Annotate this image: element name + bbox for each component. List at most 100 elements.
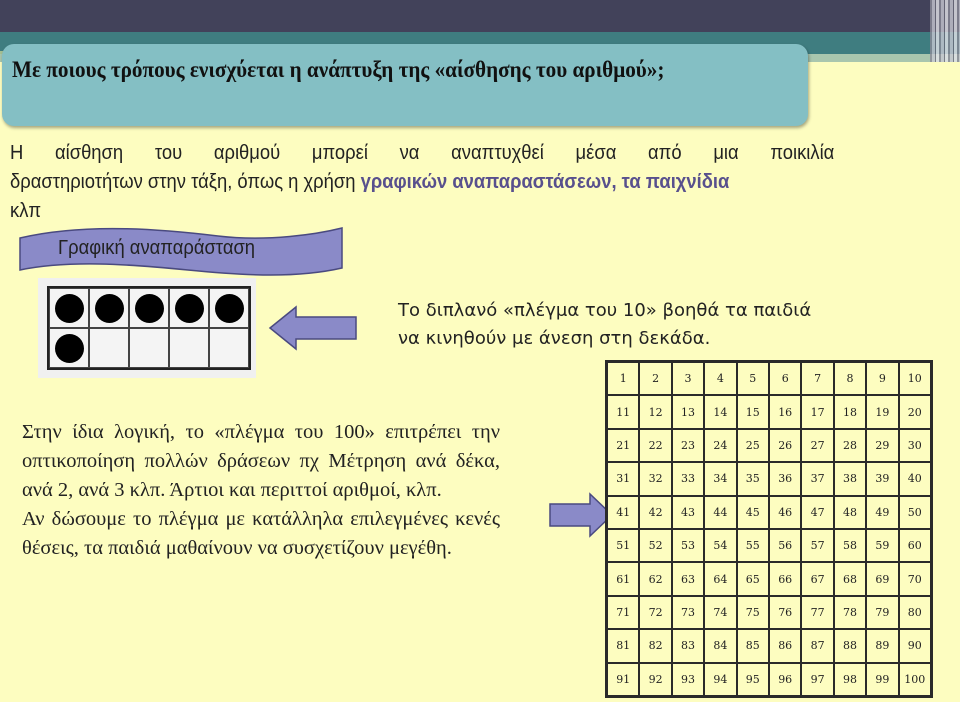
hundred-grid-cell: 34	[704, 462, 737, 496]
hundred-grid-cell: 13	[671, 395, 705, 429]
intro-paragraph: Η αίσθηση του αριθμού μπορεί να αναπτυχθ…	[10, 139, 834, 226]
hundred-grid-cell: 1	[607, 362, 640, 396]
hundred-grid-cell: 32	[639, 462, 672, 496]
hundred-grid-cell: 51	[607, 529, 640, 563]
hundred-grid-cell: 67	[801, 562, 834, 596]
ten-frame-cell	[209, 288, 249, 328]
hundred-grid-cell: 45	[736, 495, 769, 529]
hundred-grid-cell: 26	[769, 428, 802, 463]
arrow-left-icon	[268, 305, 357, 351]
header-stripes-decoration	[930, 0, 960, 62]
counter-dot	[95, 294, 124, 323]
hundred-grid-cell: 57	[801, 529, 834, 563]
hundred-grid-cell: 93	[671, 662, 705, 696]
hundred-grid-cell: 35	[736, 462, 769, 496]
hundred-grid-cell: 31	[607, 462, 640, 496]
hundred-grid-cell: 55	[736, 529, 769, 563]
hundred-grid-cell: 58	[833, 529, 867, 563]
hundred-grid-cell: 90	[898, 629, 931, 663]
hundred-grid-cell: 79	[866, 595, 899, 630]
hundred-grid-cell: 15	[736, 395, 769, 429]
slide-title: Με ποιους τρόπους ενισχύεται η ανάπτυξη …	[12, 57, 665, 82]
hundred-grid-cell: 40	[898, 462, 931, 496]
hundred-grid-cell: 3	[671, 362, 705, 396]
hundred-grid-cell: 81	[607, 629, 640, 663]
hundred-grid-cell: 29	[866, 428, 899, 463]
hundred-grid-cell: 17	[801, 395, 834, 429]
hundred-grid-cell: 60	[898, 529, 931, 563]
hundred-grid-cell: 80	[898, 595, 931, 630]
hundred-grid-cell: 27	[801, 428, 834, 463]
counter-dot	[55, 334, 84, 363]
hundred-grid-cell: 72	[639, 595, 672, 630]
hundred-grid-cell: 21	[607, 428, 640, 463]
hundred-grid-cell: 75	[736, 595, 769, 630]
hundred-grid-cell: 65	[736, 562, 769, 596]
hundred-grid-cell: 71	[607, 595, 640, 630]
ten-frame-image	[38, 278, 256, 378]
hundred-grid-cell: 8	[833, 362, 867, 396]
hundred-grid-cell: 38	[833, 462, 867, 496]
hundred-grid-cell: 61	[607, 562, 640, 596]
hundred-grid-cell: 33	[671, 462, 705, 496]
intro-highlight: γραφικών αναπαραστάσεων, τα παιχνίδια	[360, 171, 730, 193]
hundred-grid-cell: 18	[833, 395, 867, 429]
hundred-grid-cell: 94	[704, 662, 737, 696]
hundred-grid-cell: 10	[898, 362, 931, 396]
hundred-grid-cell: 19	[866, 395, 899, 429]
hundred-grid-cell: 23	[671, 428, 705, 463]
hundred-grid-cell: 89	[866, 629, 899, 663]
counter-dot	[135, 294, 164, 323]
hundred-grid-cell: 48	[833, 495, 867, 529]
hundred-paragraph-1: Στην ίδια λογική, το «πλέγμα του 100» επ…	[22, 421, 500, 501]
ten-frame-cell	[49, 288, 89, 328]
hundred-grid-cell: 69	[866, 562, 899, 596]
hundred-grid-cell: 24	[704, 428, 737, 463]
hundred-grid-cell: 84	[704, 629, 737, 663]
hundred-grid-cell: 5	[736, 362, 769, 396]
hundred-grid-cell: 83	[671, 629, 705, 663]
ten-frame	[47, 286, 251, 370]
ten-frame-cell	[209, 328, 249, 368]
hundred-grid-cell: 59	[866, 529, 899, 563]
hundred-grid-cell: 85	[736, 629, 769, 663]
hundred-grid-cell: 4	[704, 362, 737, 396]
hundred-grid-cell: 56	[769, 529, 802, 563]
hundred-grid-cell: 68	[833, 562, 867, 596]
hundred-grid-cell: 63	[671, 562, 705, 596]
ten-frame-caption: Το διπλανό «πλέγμα του 10» βοηθά τα παιδ…	[398, 300, 812, 349]
banner-label: Γραφική αναπαράσταση	[58, 237, 256, 259]
hundred-grid-cell: 42	[639, 495, 672, 529]
hundred-grid-cell: 41	[607, 495, 640, 529]
hundred-grid-cell: 76	[769, 595, 802, 630]
hundred-grid-cell: 97	[801, 662, 834, 696]
intro-line-1: Η αίσθηση του αριθμού μπορεί να αναπτυχθ…	[10, 142, 835, 164]
hundred-grid-cell: 96	[769, 662, 802, 696]
ten-frame-cell	[89, 328, 129, 368]
ten-frame-cell	[169, 328, 209, 368]
hundred-grid-cell: 62	[639, 562, 672, 596]
ten-frame-cell	[89, 288, 129, 328]
hundred-grid-cell: 28	[833, 428, 867, 463]
ten-frame-cell	[129, 288, 169, 328]
hundred-grid-cell: 46	[769, 495, 802, 529]
hundred-grid-cell: 7	[801, 362, 834, 396]
hundred-grid-cell: 99	[866, 662, 899, 696]
ten-frame-cell	[169, 288, 209, 328]
title-box: Με ποιους τρόπους ενισχύεται η ανάπτυξη …	[2, 44, 808, 126]
hundred-grid-cell: 95	[736, 662, 769, 696]
hundred-grid-description: Στην ίδια λογική, το «πλέγμα του 100» επ…	[22, 418, 500, 563]
hundred-grid-cell: 86	[769, 629, 802, 663]
hundred-grid-cell: 6	[769, 362, 802, 396]
hundred-grid-cell: 91	[607, 662, 640, 696]
hundred-grid-cell: 100	[898, 662, 931, 696]
hundred-grid-cell: 92	[639, 662, 672, 696]
hundred-grid-cell: 25	[736, 428, 769, 463]
header-dark-band	[0, 0, 960, 32]
hundred-grid-cell: 30	[898, 428, 931, 463]
hundred-grid-cell: 44	[704, 495, 737, 529]
hundred-grid-cell: 37	[801, 462, 834, 496]
hundred-grid-cell: 82	[639, 629, 672, 663]
hundred-grid-cell: 54	[704, 529, 737, 563]
hundred-grid-cell: 39	[866, 462, 899, 496]
